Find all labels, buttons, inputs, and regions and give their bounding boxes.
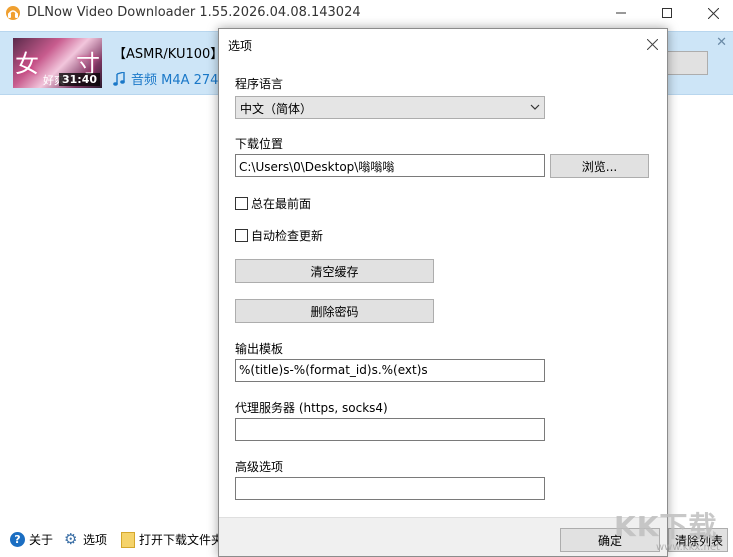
watermark-url: www.kkx.net (656, 542, 720, 553)
options-link[interactable]: ⚙ 选项 (64, 531, 107, 548)
advanced-options-input[interactable] (235, 477, 545, 500)
always-on-top-option[interactable]: 总在最前面 (235, 195, 311, 212)
video-duration: 31:40 (58, 73, 100, 86)
output-template-label: 输出模板 (235, 342, 284, 356)
folder-icon (121, 531, 135, 548)
download-location-label: 下载位置 (235, 137, 284, 151)
open-folder-link[interactable]: 打开下载文件夹 (121, 531, 223, 548)
window-title: DLNow Video Downloader 1.55.2026.04.08.1… (27, 5, 361, 20)
gear-icon: ⚙ (64, 530, 78, 548)
always-on-top-checkbox[interactable] (235, 197, 248, 210)
auto-update-option[interactable]: 自动检查更新 (235, 227, 323, 244)
language-select[interactable]: 中文（简体） (235, 96, 545, 119)
music-note-icon (113, 71, 125, 86)
clear-cache-button[interactable]: 清空缓存 (235, 259, 434, 283)
output-template-input[interactable]: %(title)s-%(format_id)s.%(ext)s (235, 359, 545, 382)
task-format-info: 音频 M4A 274 k (131, 73, 231, 88)
task-action-button[interactable] (665, 51, 708, 75)
close-button[interactable] (690, 0, 733, 26)
dialog-close-button[interactable] (637, 29, 667, 59)
app-logo-icon (6, 6, 20, 20)
about-link[interactable]: ? 关于 (10, 531, 53, 548)
advanced-options-label: 高级选项 (235, 460, 284, 474)
video-thumbnail: 女 好爽 寸 31:40 (13, 38, 102, 88)
delete-password-button[interactable]: 删除密码 (235, 299, 434, 323)
open-folder-label: 打开下载文件夹 (139, 533, 224, 547)
options-label: 选项 (83, 533, 108, 547)
minimize-button[interactable] (598, 0, 644, 26)
language-label: 程序语言 (235, 77, 284, 91)
browse-button[interactable]: 浏览... (550, 154, 649, 178)
help-icon: ? (10, 532, 25, 547)
download-location-input[interactable]: C:\Users\0\Desktop\嗡嗡嗡 (235, 154, 545, 177)
watermark-logo: KK下载 (614, 510, 718, 543)
language-selected-value: 中文（简体） (240, 102, 313, 116)
minimize-icon (616, 12, 626, 14)
dialog-footer: 确定 (219, 517, 667, 556)
maximize-button[interactable] (644, 0, 690, 26)
maximize-icon (662, 8, 672, 18)
title-bar: DLNow Video Downloader 1.55.2026.04.08.1… (0, 0, 733, 26)
about-label: 关于 (29, 533, 54, 547)
dialog-title: 选项 (228, 39, 253, 53)
auto-update-label: 自动检查更新 (251, 229, 324, 243)
auto-update-checkbox[interactable] (235, 229, 248, 242)
close-icon (646, 38, 658, 50)
task-remove-icon[interactable]: ✕ (716, 35, 727, 50)
proxy-input[interactable] (235, 418, 545, 441)
thumbnail-text-left: 女 (15, 50, 39, 78)
always-on-top-label: 总在最前面 (251, 197, 312, 211)
task-info: 音频 M4A 274 k (113, 69, 230, 88)
proxy-label: 代理服务器 (https, socks4) (235, 401, 388, 415)
chevron-down-icon (530, 104, 540, 110)
options-dialog: 选项 程序语言 中文（简体） 下载位置 C:\Users\0\Desktop\嗡… (218, 28, 668, 557)
close-icon (707, 7, 719, 19)
